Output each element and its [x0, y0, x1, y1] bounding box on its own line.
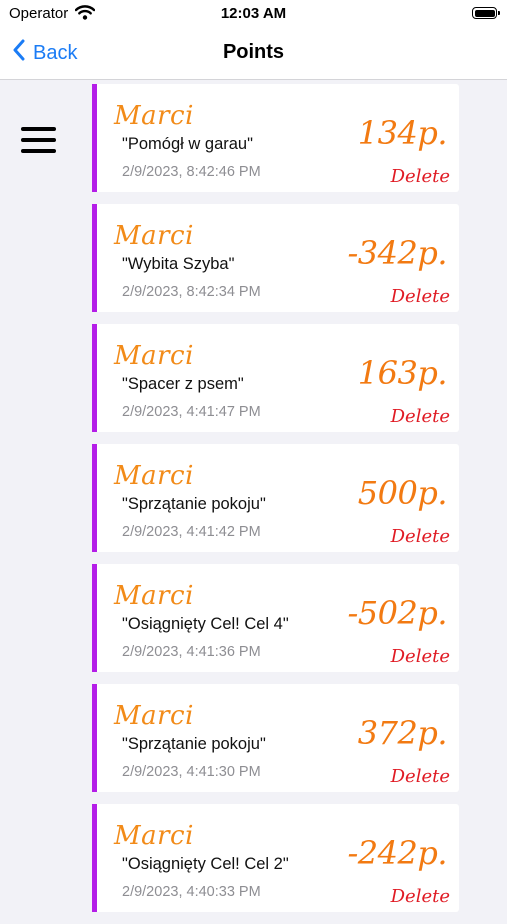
- entry-description: "Sprzątanie pokoju": [122, 495, 266, 513]
- battery-icon: [472, 7, 500, 19]
- list-item: Marci "Sprzątanie pokoju" 2/9/2023, 4:41…: [92, 444, 459, 552]
- entry-points: 163p.: [357, 354, 448, 392]
- hamburger-menu-icon[interactable]: [21, 127, 57, 157]
- delete-button[interactable]: Delete: [391, 886, 450, 907]
- list-item: Marci "Osiągnięty Cel! Cel 2" 2/9/2023, …: [92, 804, 459, 912]
- list-item: Marci "Pomógł w garau" 2/9/2023, 8:42:46…: [92, 84, 459, 192]
- delete-button[interactable]: Delete: [391, 166, 450, 187]
- entry-date: 2/9/2023, 4:41:30 PM: [122, 764, 261, 780]
- entry-description: "Wybita Szyba": [122, 255, 235, 273]
- entry-name: Marci: [114, 701, 194, 731]
- entry-description: "Spacer z psem": [122, 375, 244, 393]
- entry-name: Marci: [114, 221, 194, 251]
- clock: 12:03 AM: [220, 5, 287, 22]
- delete-button[interactable]: Delete: [391, 766, 450, 787]
- entry-date: 2/9/2023, 8:42:34 PM: [122, 284, 261, 300]
- entry-name: Marci: [114, 101, 194, 131]
- list-item: Marci "Sprzątanie pokoju" 2/9/2023, 4:41…: [92, 684, 459, 792]
- delete-button[interactable]: Delete: [391, 526, 450, 547]
- status-bar: Operator 12:03 AM: [0, 0, 507, 28]
- entry-points: -342p.: [347, 234, 447, 272]
- page-title: Points: [222, 41, 285, 63]
- list-item: Marci "Spacer z psem" 2/9/2023, 4:41:47 …: [92, 324, 459, 432]
- list-item: Marci "Wybita Szyba" 2/9/2023, 8:42:34 P…: [92, 204, 459, 312]
- entry-name: Marci: [114, 341, 194, 371]
- entry-name: Marci: [114, 821, 194, 851]
- entry-points: 134p.: [357, 114, 448, 152]
- entry-points: -242p.: [347, 834, 447, 872]
- entry-description: "Pomógł w garau": [122, 135, 253, 153]
- points-list: Marci "Pomógł w garau" 2/9/2023, 8:42:46…: [92, 84, 459, 924]
- entry-description: "Osiągnięty Cel! Cel 2": [122, 855, 289, 873]
- entry-date: 2/9/2023, 4:41:47 PM: [122, 404, 261, 420]
- delete-button[interactable]: Delete: [391, 406, 450, 427]
- entry-name: Marci: [114, 461, 194, 491]
- entry-description: "Osiągnięty Cel! Cel 4": [122, 615, 289, 633]
- entry-date: 2/9/2023, 8:42:46 PM: [122, 164, 261, 180]
- entry-points: 500p.: [357, 474, 448, 512]
- entry-date: 2/9/2023, 4:41:42 PM: [122, 524, 261, 540]
- navigation-bar: Back Points: [0, 28, 507, 80]
- delete-button[interactable]: Delete: [391, 286, 450, 307]
- entry-description: "Sprzątanie pokoju": [122, 735, 266, 753]
- delete-button[interactable]: Delete: [391, 646, 450, 667]
- entry-name: Marci: [114, 581, 194, 611]
- entry-date: 2/9/2023, 4:41:36 PM: [122, 644, 261, 660]
- entry-date: 2/9/2023, 4:40:33 PM: [122, 884, 261, 900]
- list-item: Marci "Osiągnięty Cel! Cel 4" 2/9/2023, …: [92, 564, 459, 672]
- entry-points: -502p.: [347, 594, 447, 632]
- entry-points: 372p.: [357, 714, 448, 752]
